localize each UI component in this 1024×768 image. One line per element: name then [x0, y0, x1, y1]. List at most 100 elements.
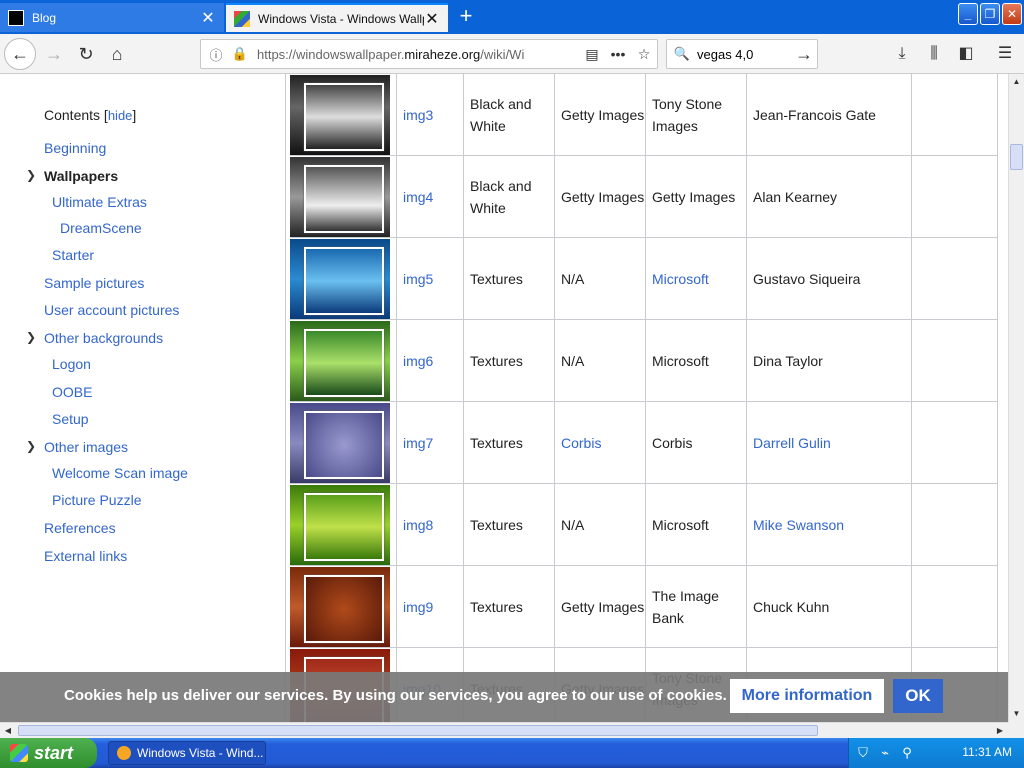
reload-icon[interactable]: ↻: [72, 40, 100, 68]
horizontal-scrollbar[interactable]: ◀ ▶: [0, 722, 1008, 738]
reader-view-icon[interactable]: ▤: [579, 46, 605, 63]
sidebar-icon[interactable]: ◧: [952, 40, 980, 68]
divider: [285, 74, 286, 722]
close-tab-icon[interactable]: ✕: [424, 9, 440, 29]
page-content: Contents [hide] Beginning ❯ Wallpapers U…: [0, 74, 1008, 722]
search-icon[interactable]: ⚲: [899, 745, 915, 761]
toc-item-picture-puzzle[interactable]: Picture Puzzle: [52, 492, 141, 508]
toc-item-welcome-scan-image[interactable]: Welcome Scan image: [52, 465, 188, 481]
download-icon[interactable]: ⤓: [888, 40, 916, 68]
chevron-down-icon[interactable]: ❯: [26, 439, 36, 453]
wallpaper-favicon-icon: [234, 10, 250, 27]
more-information-button[interactable]: More information: [730, 679, 884, 713]
search-engine-icon[interactable]: 🔍: [671, 46, 693, 62]
wallpaper-thumbnail[interactable]: [290, 320, 390, 401]
wallpaper-thumbnail[interactable]: [290, 74, 390, 155]
wallpaper-thumbnail[interactable]: [290, 484, 390, 565]
page-actions-icon[interactable]: •••: [605, 46, 631, 62]
table-of-contents: Contents [hide] Beginning ❯ Wallpapers U…: [0, 74, 285, 722]
empty-cell: [911, 156, 998, 237]
minimize-icon[interactable]: _: [958, 3, 978, 25]
taskbar-item-firefox[interactable]: Windows Vista - Wind...: [108, 741, 266, 765]
agency-cell: Corbis: [645, 402, 746, 483]
image-name-link[interactable]: img9: [396, 566, 463, 647]
agency-cell: The Image Bank: [645, 566, 746, 647]
toc-item-setup[interactable]: Setup: [52, 411, 89, 427]
search-bar[interactable]: 🔍 vegas 4,0 →: [666, 39, 818, 69]
source-cell[interactable]: Corbis: [554, 402, 645, 483]
toc-item-logon[interactable]: Logon: [52, 356, 91, 372]
tab-label: Windows Vista - Windows Wallpap: [258, 11, 424, 26]
agency-cell[interactable]: Microsoft: [645, 238, 746, 319]
wallpaper-thumbnail[interactable]: [290, 156, 390, 237]
toc-item-other-images[interactable]: Other images: [44, 439, 128, 455]
source-cell: Getty Images: [554, 74, 645, 155]
toc-item-references[interactable]: References: [44, 520, 116, 536]
toc-item-starter[interactable]: Starter: [52, 247, 94, 263]
back-arrow-icon[interactable]: ←: [4, 38, 36, 70]
image-name-link[interactable]: img4: [396, 156, 463, 237]
toc-item-oobe[interactable]: OOBE: [52, 384, 92, 400]
tab-blog[interactable]: Blog ✕: [0, 3, 224, 32]
wallpaper-thumbnail[interactable]: [290, 402, 390, 483]
toc-item-external-links[interactable]: External links: [44, 548, 127, 564]
toc-hide-link[interactable]: hide: [108, 108, 133, 123]
toc-item-ultimate-extras[interactable]: Ultimate Extras: [52, 194, 147, 210]
image-name-link[interactable]: img7: [396, 402, 463, 483]
image-name-link[interactable]: img5: [396, 238, 463, 319]
lock-icon[interactable]: 🔒: [231, 46, 249, 62]
toc-item-dreamscene[interactable]: DreamScene: [60, 220, 142, 236]
toc-item-wallpapers[interactable]: Wallpapers: [44, 168, 118, 184]
image-name-link[interactable]: img8: [396, 484, 463, 565]
vertical-scrollbar[interactable]: ▲ ▼: [1008, 74, 1024, 722]
image-name-link[interactable]: img6: [396, 320, 463, 401]
table-row: img7 Textures Corbis Corbis Darrell Gulin: [290, 402, 998, 484]
empty-cell: [911, 238, 998, 319]
clock: 11:31 AM: [962, 745, 1012, 759]
ok-button[interactable]: OK: [893, 679, 943, 713]
empty-cell: [911, 402, 998, 483]
scroll-down-icon[interactable]: ▼: [1009, 706, 1024, 722]
scroll-thumb[interactable]: [1010, 144, 1023, 170]
chevron-down-icon[interactable]: ❯: [26, 168, 36, 182]
source-cell: N/A: [554, 484, 645, 565]
wallpaper-thumbnail[interactable]: [290, 566, 390, 647]
source-cell: N/A: [554, 238, 645, 319]
agency-cell: Tony Stone Images: [645, 74, 746, 155]
start-button[interactable]: start: [0, 738, 97, 768]
forward-arrow-icon[interactable]: →: [40, 40, 68, 68]
search-go-arrow-icon[interactable]: →: [791, 44, 817, 65]
toc-item-beginning[interactable]: Beginning: [44, 140, 106, 156]
url-bar[interactable]: ⓘ 🔒 https://windowswallpaper.miraheze.or…: [200, 39, 658, 69]
library-icon[interactable]: ⫼: [920, 40, 948, 68]
chevron-down-icon[interactable]: ❯: [26, 330, 36, 344]
toc-item-user-account-pictures[interactable]: User account pictures: [44, 302, 179, 318]
bookmark-star-icon[interactable]: ☆: [631, 46, 657, 63]
close-window-icon[interactable]: ✕: [1002, 3, 1022, 25]
url-text[interactable]: https://windowswallpaper.miraheze.org/wi…: [257, 47, 579, 62]
scroll-right-icon[interactable]: ▶: [992, 723, 1008, 738]
scroll-left-icon[interactable]: ◀: [0, 723, 16, 738]
network-icon[interactable]: ⌁: [877, 745, 893, 761]
toc-item-other-backgrounds[interactable]: Other backgrounds: [44, 330, 163, 346]
security-shield-icon[interactable]: ⛉: [855, 745, 871, 761]
toc-item-sample-pictures[interactable]: Sample pictures: [44, 275, 144, 291]
menu-hamburger-icon[interactable]: ☰: [991, 40, 1019, 68]
maximize-icon[interactable]: ❐: [980, 3, 1000, 25]
image-name-link[interactable]: img3: [396, 74, 463, 155]
search-input[interactable]: vegas 4,0: [697, 47, 791, 62]
info-icon[interactable]: ⓘ: [207, 45, 225, 64]
new-tab-plus-icon[interactable]: +: [454, 5, 478, 29]
category-cell: Textures: [463, 566, 554, 647]
author-cell[interactable]: Darrell Gulin: [746, 402, 911, 483]
author-cell[interactable]: Mike Swanson: [746, 484, 911, 565]
thumbnail-cell: [290, 238, 396, 319]
tab-windows-vista[interactable]: Windows Vista - Windows Wallpap ✕: [226, 3, 448, 32]
home-icon[interactable]: ⌂: [103, 40, 131, 68]
empty-cell: [911, 74, 998, 155]
scroll-up-icon[interactable]: ▲: [1009, 74, 1024, 90]
agency-cell: Microsoft: [645, 320, 746, 401]
wallpaper-thumbnail[interactable]: [290, 238, 390, 319]
scroll-thumb[interactable]: [18, 725, 818, 736]
close-tab-icon[interactable]: ✕: [200, 8, 216, 28]
